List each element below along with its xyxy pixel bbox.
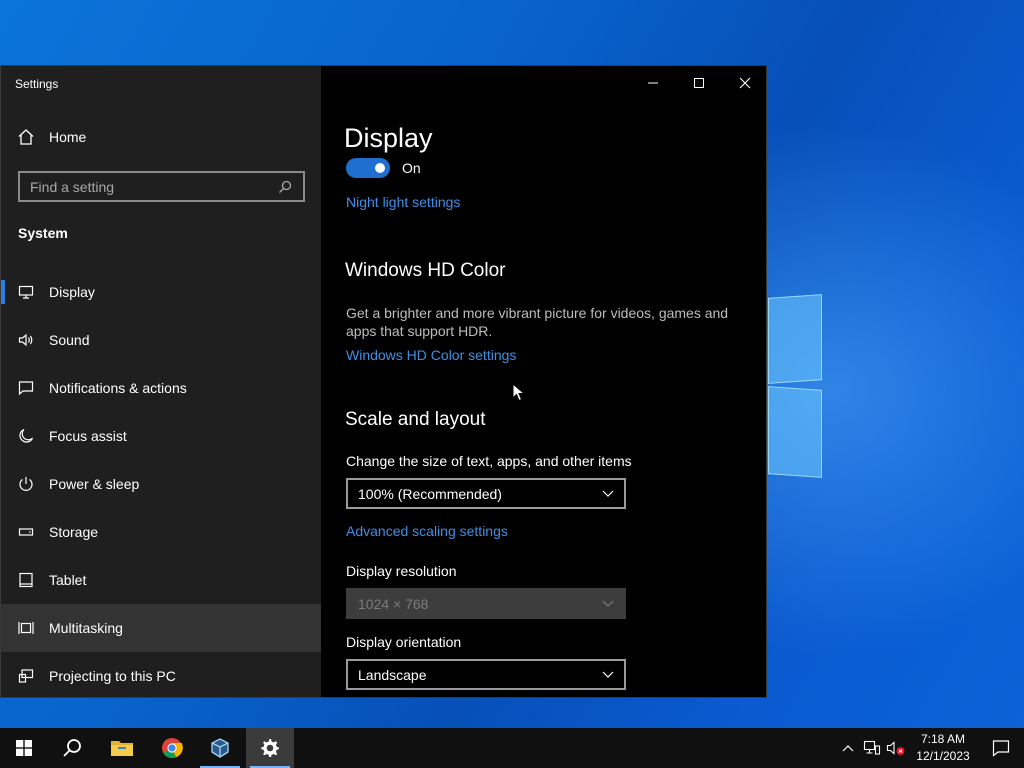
search-box[interactable] xyxy=(18,171,305,202)
search-input[interactable] xyxy=(20,178,275,195)
resolution-value: 1024 × 768 xyxy=(358,595,429,612)
night-light-settings-link[interactable]: Night light settings xyxy=(346,194,460,210)
sidebar-item-tablet[interactable]: Tablet xyxy=(1,556,321,604)
windows-logo-wallpaper xyxy=(768,290,824,480)
sidebar-item-storage[interactable]: Storage xyxy=(1,508,321,556)
sidebar-item-label: Focus assist xyxy=(49,428,127,444)
maximize-button[interactable] xyxy=(676,66,722,100)
file-explorer-icon xyxy=(111,741,133,756)
app-title: Settings xyxy=(15,77,59,91)
sidebar-item-label: Projecting to this PC xyxy=(49,668,176,684)
sidebar-item-label: Notifications & actions xyxy=(49,380,187,396)
night-light-toggle-row: On xyxy=(346,158,421,178)
chevron-down-icon xyxy=(602,671,614,678)
storage-icon xyxy=(17,523,35,541)
volume-muted-icon xyxy=(886,741,905,755)
chevron-down-icon xyxy=(602,600,614,607)
minimize-button[interactable] xyxy=(630,66,676,100)
sidebar-item-label: Multitasking xyxy=(49,620,123,636)
chrome-icon xyxy=(162,738,183,759)
taskbar-file-explorer[interactable] xyxy=(98,728,146,768)
clock-time: 7:18 AM xyxy=(920,732,966,746)
orientation-value: Landscape xyxy=(358,666,427,683)
sidebar-nav: Display Sound Notifications & actions Fo… xyxy=(1,268,321,697)
sidebar-item-label: Power & sleep xyxy=(49,476,140,492)
projecting-icon xyxy=(17,667,35,685)
notification-icon xyxy=(17,379,35,397)
speaker-icon xyxy=(17,331,35,349)
section-label-system: System xyxy=(18,225,68,241)
start-icon xyxy=(16,740,32,756)
virtualbox-icon xyxy=(211,738,229,758)
sidebar-item-notifications[interactable]: Notifications & actions xyxy=(1,364,321,412)
sidebar: Settings Home System Display xyxy=(1,66,321,697)
home-nav-item[interactable]: Home xyxy=(17,128,86,146)
chevron-down-icon xyxy=(602,490,614,497)
monitor-icon xyxy=(17,283,35,301)
settings-icon xyxy=(261,739,279,757)
scale-dropdown[interactable]: 100% (Recommended) xyxy=(346,478,626,509)
taskbar-clock[interactable]: 7:18 AM 12/1/2023 xyxy=(908,731,978,765)
sidebar-item-sound[interactable]: Sound xyxy=(1,316,321,364)
system-tray: 7:18 AM 12/1/2023 xyxy=(836,728,1024,768)
sidebar-item-label: Storage xyxy=(49,524,99,540)
moon-icon xyxy=(17,427,35,445)
scale-value: 100% (Recommended) xyxy=(358,485,502,502)
settings-window: Settings Home System Display xyxy=(0,65,767,698)
sidebar-item-projecting[interactable]: Projecting to this PC xyxy=(1,652,321,697)
clock-date: 12/1/2023 xyxy=(916,749,970,763)
resolution-label: Display resolution xyxy=(346,563,457,579)
tablet-icon xyxy=(17,571,35,589)
mouse-cursor-icon xyxy=(512,383,526,402)
sidebar-item-label: Sound xyxy=(49,332,90,348)
multitasking-icon xyxy=(17,619,35,637)
taskbar-chrome[interactable] xyxy=(148,728,196,768)
taskbar-search-button[interactable] xyxy=(48,728,96,768)
search-icon xyxy=(63,739,81,757)
sidebar-item-power-sleep[interactable]: Power & sleep xyxy=(1,460,321,508)
sidebar-item-label: Tablet xyxy=(49,572,87,588)
power-icon xyxy=(17,475,35,493)
advanced-scaling-link[interactable]: Advanced scaling settings xyxy=(346,523,508,539)
taskbar-virtualbox[interactable] xyxy=(196,728,244,768)
sidebar-item-focus-assist[interactable]: Focus assist xyxy=(1,412,321,460)
orientation-dropdown[interactable]: Landscape xyxy=(346,659,626,690)
action-center-button[interactable] xyxy=(978,728,1024,768)
minimize-icon xyxy=(648,82,658,84)
home-icon xyxy=(18,129,34,145)
notification-icon xyxy=(992,740,1010,757)
search-icon[interactable] xyxy=(275,180,295,194)
resolution-dropdown[interactable]: 1024 × 768 xyxy=(346,588,626,619)
hd-color-description: Get a brighter and more vibrant picture … xyxy=(346,305,729,339)
scale-layout-heading: Scale and layout xyxy=(345,409,486,430)
hd-color-settings-link[interactable]: Windows HD Color settings xyxy=(346,347,516,363)
network-tray-button[interactable] xyxy=(860,728,884,768)
sidebar-item-display[interactable]: Display xyxy=(1,268,321,316)
night-light-toggle[interactable] xyxy=(346,158,390,178)
network-icon xyxy=(863,740,881,755)
show-hidden-icons-button[interactable] xyxy=(836,728,860,768)
chevron-up-icon xyxy=(842,745,854,752)
taskbar-settings[interactable] xyxy=(246,728,294,768)
volume-tray-button[interactable] xyxy=(884,728,908,768)
scale-label: Change the size of text, apps, and other… xyxy=(346,453,632,469)
home-label: Home xyxy=(49,129,87,145)
page-title: Display xyxy=(344,123,433,153)
content-pane: Display On Night light settings Windows … xyxy=(321,66,766,697)
start-button[interactable] xyxy=(0,728,48,768)
hd-color-heading: Windows HD Color xyxy=(345,260,506,281)
close-button[interactable] xyxy=(722,66,766,100)
orientation-label: Display orientation xyxy=(346,634,462,650)
close-icon xyxy=(739,77,751,89)
taskbar: 7:18 AM 12/1/2023 xyxy=(0,728,1024,768)
sidebar-item-multitasking[interactable]: Multitasking xyxy=(1,604,321,652)
maximize-icon xyxy=(694,78,704,88)
toggle-state-label: On xyxy=(402,160,421,176)
window-controls xyxy=(630,66,766,100)
sidebar-item-label: Display xyxy=(49,284,95,300)
